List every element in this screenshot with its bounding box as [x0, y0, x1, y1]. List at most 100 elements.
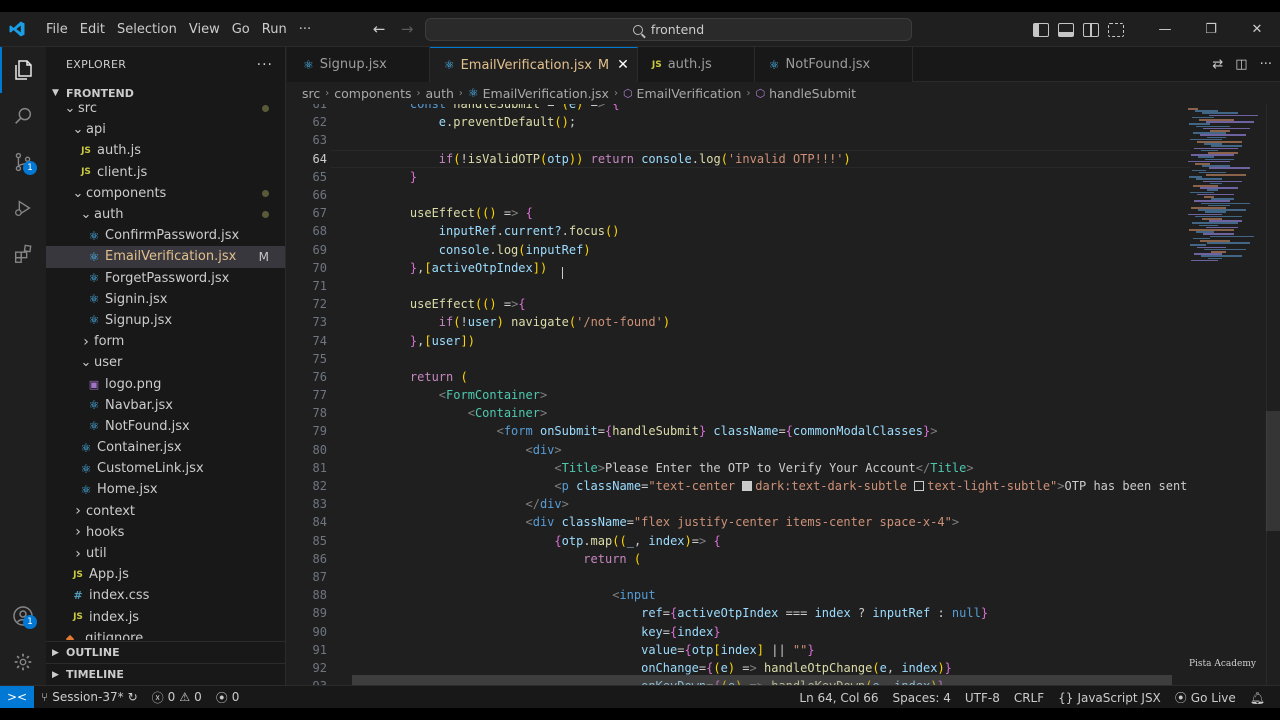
menu-more[interactable]: ··· — [293, 12, 317, 47]
horizontal-scrollbar[interactable] — [352, 675, 1172, 685]
tree-item[interactable]: › hooks — [46, 522, 285, 543]
search-activity[interactable] — [0, 93, 46, 139]
minimize-button[interactable]: — — [1142, 12, 1188, 47]
code-text: if(!isValidOTP(otp)) return console.log(… — [438, 151, 851, 166]
editor-tab[interactable]: ⚛ NotFound.jsx — [754, 47, 914, 82]
accounts-activity[interactable]: 1 — [0, 593, 46, 639]
back-arrow-icon[interactable]: ← — [369, 20, 389, 38]
breadcrumb-components[interactable]: components — [334, 86, 411, 101]
line-number: 92 — [312, 660, 327, 675]
manage-activity[interactable] — [0, 639, 46, 685]
vertical-scroll-thumb[interactable] — [1266, 411, 1280, 531]
tree-item[interactable]: JS client.js — [46, 162, 285, 183]
notifications-bell-icon[interactable]: 🔔︎ — [1243, 691, 1272, 705]
tree-item[interactable]: ⚛ EmailVerification.jsx M — [46, 246, 285, 268]
restore-button[interactable]: ❐ — [1188, 12, 1234, 47]
open-changes-icon[interactable]: ⇄ — [1212, 57, 1223, 72]
tree-item[interactable]: ⚛ ForgetPassword.jsx — [46, 268, 285, 289]
run-debug-activity[interactable] — [0, 185, 46, 231]
breadcrumb-function[interactable]: handleSubmit — [769, 86, 856, 101]
tree-item[interactable]: JS index.js — [46, 607, 285, 628]
breadcrumb-file[interactable]: EmailVerification.jsx — [483, 86, 609, 101]
js-file-icon: JS — [81, 145, 91, 156]
outline-section-header[interactable]: ▶ OUTLINE — [46, 641, 285, 663]
minimap[interactable] — [1188, 104, 1266, 685]
tree-item[interactable]: ⌄ auth — [46, 204, 285, 225]
tab-label: NotFound.jsx — [785, 57, 871, 72]
command-center-search[interactable]: frontend — [425, 18, 912, 41]
toggle-primary-sidebar-icon[interactable] — [1033, 22, 1049, 37]
more-editor-actions-icon[interactable]: ··· — [1260, 57, 1272, 72]
tree-item[interactable]: › form — [46, 331, 285, 352]
tree-item[interactable]: ▣ logo.png — [46, 373, 285, 394]
editor-tab[interactable]: ⚛ EmailVerification.jsx M ✕ — [429, 47, 638, 82]
menu-view[interactable]: View — [183, 12, 226, 47]
file-tree: ⌄ src ⌄ api JS auth.js JS client.js ⌄ components ⌄… — [46, 104, 285, 640]
editor-tab[interactable]: JS auth.js — [637, 47, 755, 82]
files-icon — [15, 60, 32, 80]
breadcrumb-auth[interactable]: auth — [425, 86, 453, 101]
timeline-section-header[interactable]: ▶ TIMELINE — [46, 663, 285, 685]
customize-layout-icon[interactable] — [1108, 22, 1124, 37]
tree-item[interactable]: ⚛ Home.jsx — [46, 479, 285, 500]
language-label: JavaScript JSX — [1077, 690, 1161, 705]
folder-section-header[interactable]: ▼ FRONTEND — [46, 82, 285, 104]
extensions-activity[interactable] — [0, 231, 46, 277]
tree-item-label: Signin.jsx — [105, 291, 168, 307]
more-actions-icon[interactable]: ··· — [257, 57, 273, 73]
end-of-line[interactable]: CRLF — [1007, 691, 1051, 705]
session-item[interactable]: ⑂ Session-37* ↻ — [34, 690, 145, 704]
minimap-line — [1209, 114, 1258, 117]
react-file-icon: ⚛ — [88, 398, 100, 413]
tree-item[interactable]: ⚛ Navbar.jsx — [46, 395, 285, 416]
menu-go[interactable]: Go — [226, 12, 256, 47]
go-live-button[interactable]: ⦿ Go Live — [1168, 689, 1243, 706]
remote-indicator[interactable]: >< — [0, 685, 34, 708]
cursor-position[interactable]: Ln 64, Col 66 — [792, 691, 885, 705]
tree-item[interactable]: ⚛ CustomeLink.jsx — [46, 458, 285, 479]
tree-item[interactable]: ⌄ user — [46, 352, 285, 373]
tree-item[interactable]: ⌄ components — [46, 183, 285, 204]
language-mode[interactable]: {} JavaScript JSX — [1051, 691, 1168, 705]
menu-file[interactable]: File — [40, 12, 74, 47]
tree-item[interactable]: JS App.js — [46, 564, 285, 585]
close-icon[interactable]: ✕ — [617, 57, 629, 73]
forward-arrow-icon[interactable]: → — [397, 20, 417, 38]
code-editor[interactable]: 61 const handleSubmit = (e) => {62 e.pre… — [287, 104, 1280, 685]
tree-item[interactable]: ⚛ Signup.jsx — [46, 310, 285, 331]
tree-item[interactable]: ⌄ api — [46, 119, 285, 140]
problems-item[interactable]: ⓧ 0 ⚠ 0 — [145, 689, 209, 706]
close-window-button[interactable]: ✕ — [1234, 12, 1280, 47]
vertical-scrollbar[interactable] — [1266, 104, 1280, 685]
code-line: 77 <FormContainer> — [287, 386, 1280, 404]
vscode-logo-icon — [2, 12, 32, 47]
minimap-line — [1191, 259, 1218, 262]
toggle-secondary-sidebar-icon[interactable] — [1083, 22, 1099, 37]
tree-item[interactable]: › util — [46, 543, 285, 564]
menu-selection[interactable]: Selection — [111, 12, 183, 47]
tree-item[interactable]: ⚛ Signin.jsx — [46, 289, 285, 310]
tree-item[interactable]: ◆ .gitignore — [46, 628, 285, 640]
menu-run[interactable]: Run — [256, 12, 293, 47]
tree-item[interactable]: ⚛ NotFound.jsx — [46, 416, 285, 437]
chevron-right-icon: ▶ — [52, 647, 59, 658]
editor-tab[interactable]: ⚛ Signup.jsx — [287, 47, 430, 82]
breadcrumb-component[interactable]: EmailVerification — [637, 86, 742, 101]
breadcrumb-src[interactable]: src — [302, 86, 320, 101]
ports-item[interactable]: ⦿ 0 — [209, 689, 247, 706]
tree-item[interactable]: # index.css — [46, 585, 285, 606]
tree-item[interactable]: › context — [46, 501, 285, 522]
indentation[interactable]: Spaces: 4 — [886, 691, 958, 705]
tree-item[interactable]: ⚛ Container.jsx — [46, 437, 285, 458]
source-control-activity[interactable]: 1 — [0, 139, 46, 185]
tree-item[interactable]: ⌄ src — [46, 104, 285, 119]
split-editor-icon[interactable]: ◫ — [1235, 57, 1247, 72]
encoding[interactable]: UTF-8 — [958, 691, 1007, 705]
tree-item[interactable]: JS auth.js — [46, 140, 285, 161]
react-file-icon: ⚛ — [467, 86, 479, 100]
tree-item[interactable]: ⚛ ConfirmPassword.jsx — [46, 225, 285, 246]
menu-edit[interactable]: Edit — [74, 12, 111, 47]
extensions-icon — [14, 244, 32, 263]
explorer-activity[interactable] — [0, 47, 46, 93]
toggle-panel-icon[interactable] — [1058, 22, 1074, 37]
